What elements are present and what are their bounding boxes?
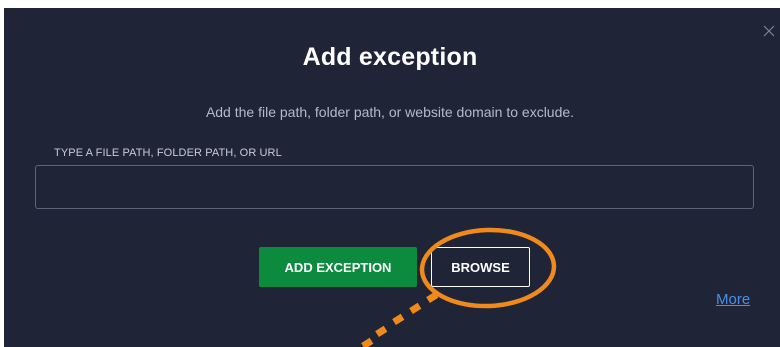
close-icon[interactable] bbox=[762, 24, 776, 38]
more-link[interactable]: More bbox=[716, 291, 750, 308]
browse-button[interactable]: BROWSE bbox=[431, 247, 530, 287]
add-exception-button[interactable]: ADD EXCEPTION bbox=[259, 247, 417, 287]
dialog-subtitle: Add the file path, folder path, or websi… bbox=[205, 104, 575, 120]
screenshot-stage: Add exception Add the file path, folder … bbox=[0, 0, 780, 347]
dialog-title: Add exception bbox=[302, 43, 478, 71]
path-field-label: TYPE A FILE PATH, FOLDER PATH, OR URL bbox=[54, 147, 282, 159]
path-input[interactable] bbox=[35, 165, 754, 209]
